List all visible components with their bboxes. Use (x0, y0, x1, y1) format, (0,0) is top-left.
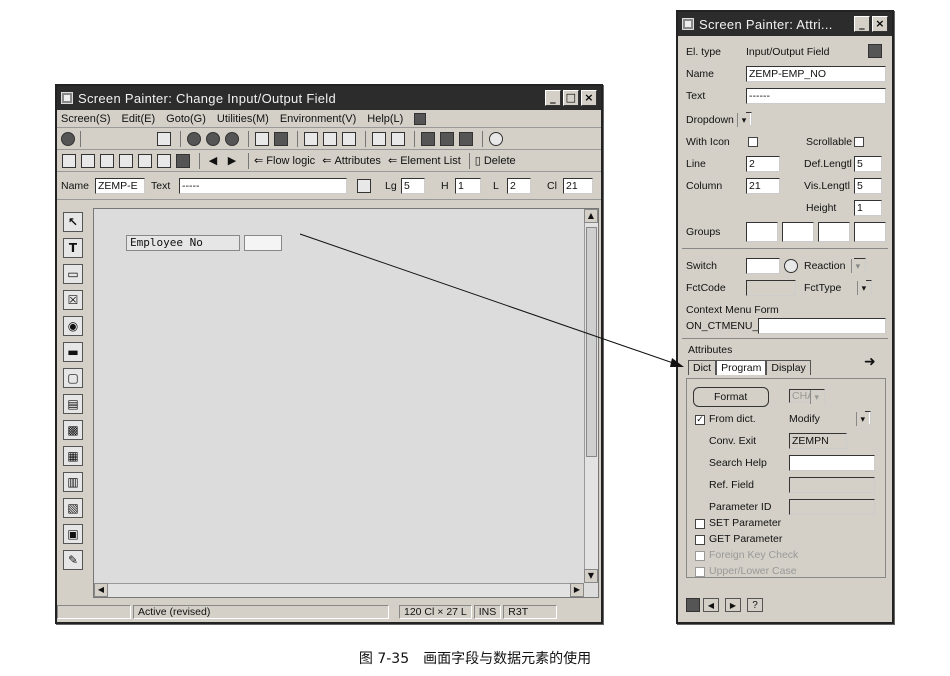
connector-arrow (299, 233, 684, 367)
figure-caption: 图 7-35 画面字段与数据元素的使用 (358, 651, 592, 667)
